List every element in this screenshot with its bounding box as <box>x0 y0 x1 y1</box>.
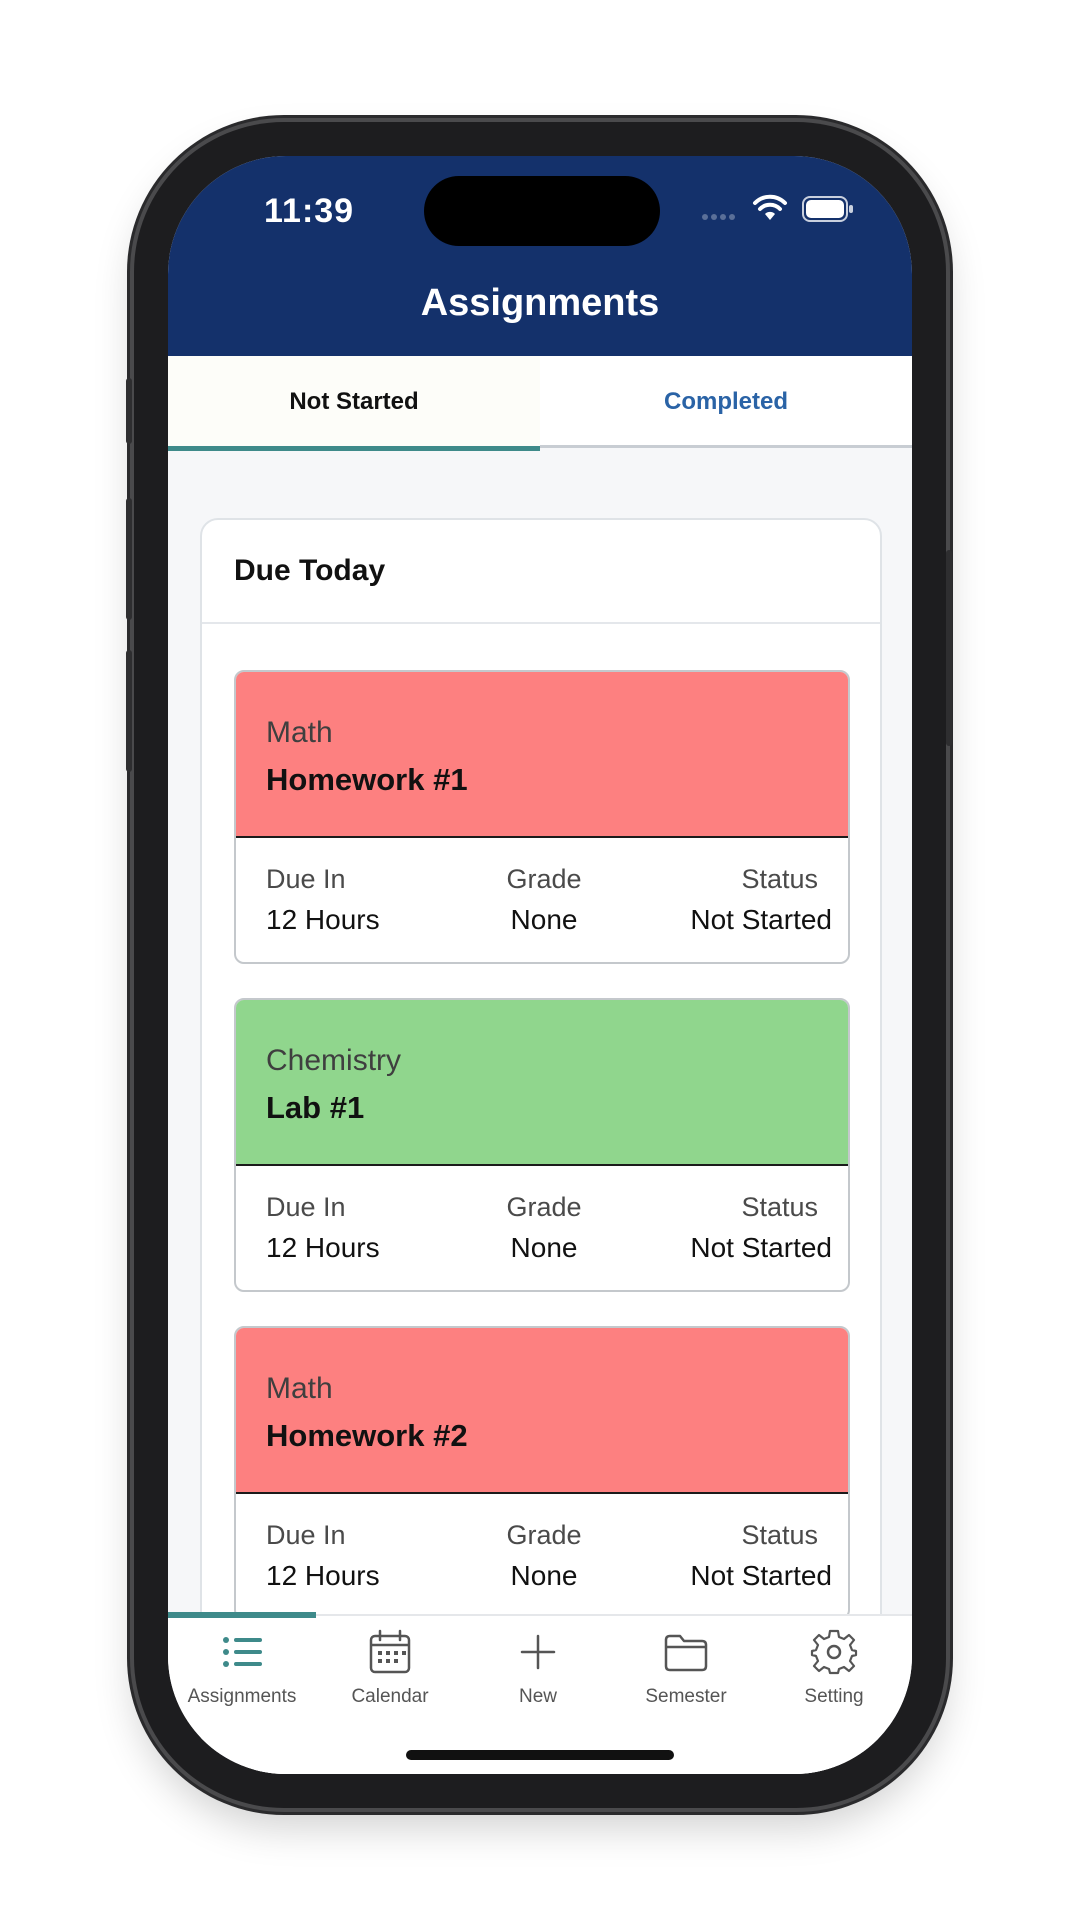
volume-down-button <box>126 650 132 772</box>
nav-label: Assignments <box>187 1686 297 1707</box>
status-label: Status <box>741 864 818 894</box>
nav-label: Calendar <box>351 1686 429 1707</box>
plus-icon <box>520 1634 556 1670</box>
nav-semester[interactable]: Semester <box>612 1628 760 1724</box>
nav-calendar[interactable]: Calendar <box>316 1628 464 1724</box>
card-details: Due In 12 Hours Grade None Status Not St… <box>236 1494 848 1618</box>
card-details: Due In 12 Hours Grade None Status Not St… <box>236 838 848 962</box>
active-tab-indicator <box>168 1612 316 1618</box>
card-header: Math Homework #1 <box>236 672 848 838</box>
section-title: Due Today <box>202 520 880 624</box>
nav-label: New <box>518 1686 557 1707</box>
status-label: Status <box>741 1520 818 1550</box>
nav-new[interactable]: New <box>464 1628 612 1724</box>
home-indicator <box>406 1750 674 1760</box>
card-header: Chemistry Lab #1 <box>236 1000 848 1166</box>
phone-frame: 11:39 Assignments Not Started Completed … <box>126 122 952 1808</box>
cellular-signal-icon <box>702 214 735 220</box>
mute-switch <box>126 378 132 444</box>
assignment-subject: Chemistry <box>266 1044 402 1077</box>
status-label: Status <box>741 1192 818 1222</box>
card-details: Due In 12 Hours Grade None Status Not St… <box>236 1166 848 1290</box>
gear-icon <box>810 1629 858 1675</box>
nav-assignments[interactable]: Assignments <box>168 1628 316 1724</box>
calendar-icon <box>369 1629 411 1674</box>
assignment-name: Homework #2 <box>266 1418 468 1453</box>
screen: 11:39 Assignments Not Started Completed … <box>168 156 912 1774</box>
assignment-card[interactable]: Math Homework #2 Due In 12 Hours Grade N… <box>234 1326 850 1620</box>
list-icon <box>223 1637 262 1667</box>
assignment-subject: Math <box>266 716 333 749</box>
card-header: Math Homework #2 <box>236 1328 848 1494</box>
status-value: Not Started <box>690 1560 832 1591</box>
assignment-name: Homework #1 <box>266 762 468 797</box>
nav-label: Setting <box>804 1686 864 1707</box>
dynamic-island <box>424 176 660 246</box>
status-time: 11:39 <box>264 192 355 230</box>
assignment-card[interactable]: Chemistry Lab #1 Due In 12 Hours Grade N… <box>234 998 850 1292</box>
tab-completed[interactable]: Completed <box>540 356 912 448</box>
folder-icon <box>664 1634 708 1672</box>
status-tabs: Not Started Completed <box>168 356 912 451</box>
due-today-panel: Due Today Math Homework #1 Due In 12 Hou… <box>200 518 882 1774</box>
volume-up-button <box>126 498 132 620</box>
battery-icon <box>802 196 853 222</box>
nav-label: Semester <box>645 1686 727 1707</box>
wifi-icon <box>753 194 787 220</box>
assignment-name: Lab #1 <box>266 1090 365 1125</box>
assignment-subject: Math <box>266 1372 333 1405</box>
nav-setting[interactable]: Setting <box>760 1628 908 1724</box>
app-header: 11:39 Assignments <box>168 156 912 356</box>
assignment-card[interactable]: Math Homework #1 Due In 12 Hours Grade N… <box>234 670 850 964</box>
power-button <box>946 550 952 746</box>
page-title: Assignments <box>420 282 660 324</box>
status-value: Not Started <box>690 1232 832 1263</box>
tab-not-started[interactable]: Not Started <box>168 356 540 451</box>
status-value: Not Started <box>690 904 832 935</box>
